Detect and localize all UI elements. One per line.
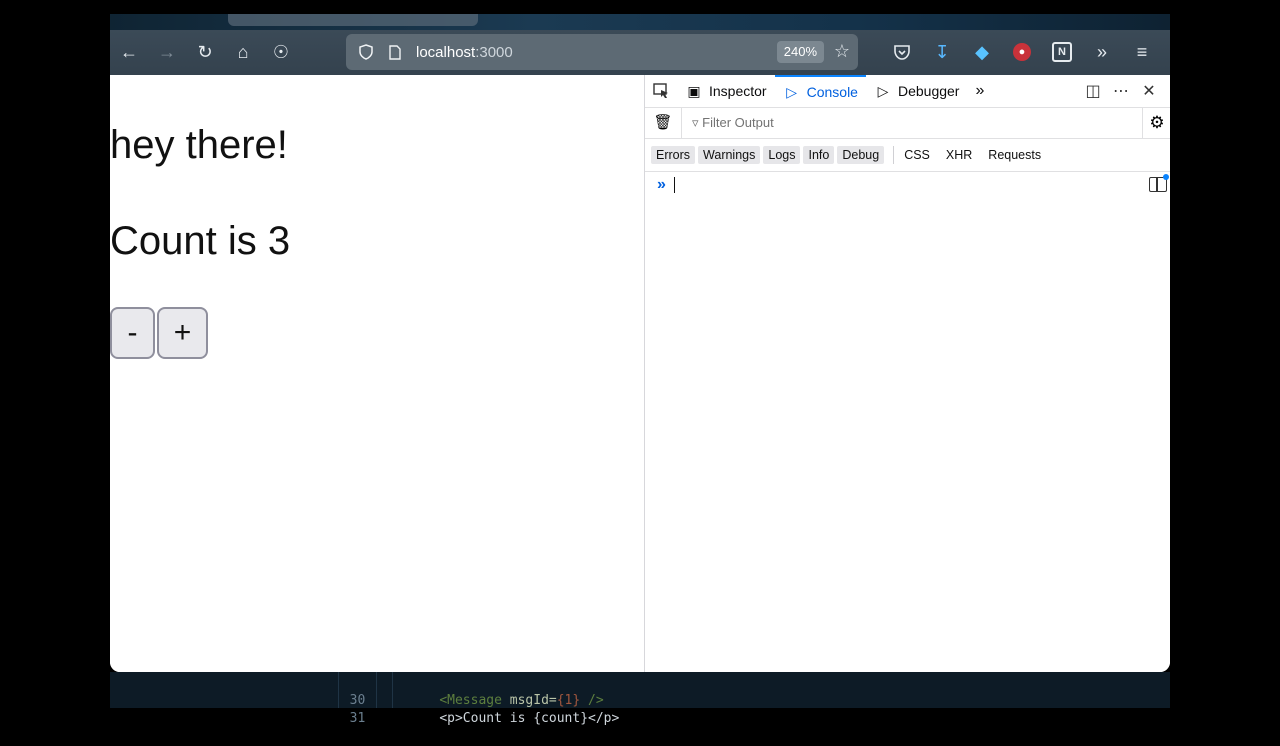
page-content: hey there! Count is 3 - + xyxy=(110,75,644,672)
react-devtools-extension-icon[interactable]: ● xyxy=(1002,35,1042,69)
url-text: localhost:3000 xyxy=(416,43,513,61)
toolbar-right-tools: ↧ ◆ ● N » ≡ xyxy=(882,35,1162,69)
code-editor-background: 30 <Message msgId={1} /> 31 <p>Count is {c… xyxy=(110,672,1170,726)
tab-inspector[interactable]: ▣ Inspector xyxy=(677,75,775,107)
text-caret xyxy=(673,177,675,193)
menu-hamburger-icon[interactable]: ≡ xyxy=(1122,35,1162,69)
debugger-icon: ▷ xyxy=(877,82,889,99)
level-filter-logs[interactable]: Logs xyxy=(763,146,801,164)
page-heading: hey there! xyxy=(110,123,288,167)
level-filter-info[interactable]: Info xyxy=(803,146,835,164)
bookmark-star-icon[interactable]: ☆ xyxy=(830,41,854,62)
request-filter-css[interactable]: CSS xyxy=(904,148,930,162)
request-filter-xhr[interactable]: XHR xyxy=(946,148,972,162)
devtools-tabs: ▣ Inspector ▷ Console ▷ Debugger » ◫ ⋯ ✕ xyxy=(645,75,1170,108)
tab-strip-stub xyxy=(228,14,478,26)
more-tabs-chevron-icon[interactable]: » xyxy=(967,75,992,107)
filter-output-input[interactable]: ▿ Filter Output xyxy=(692,115,774,131)
page-info-icon[interactable] xyxy=(386,44,404,60)
code-line-31: 31 <p>Count is {count}</p> xyxy=(349,711,620,726)
bookmark-extension-icon[interactable]: ☉ xyxy=(262,36,300,70)
gem-extension-icon[interactable]: ◆ xyxy=(962,35,1002,69)
overflow-chevron-icon[interactable]: » xyxy=(1082,35,1122,69)
notion-extension-icon[interactable]: N xyxy=(1042,35,1082,69)
clear-console-trash-icon[interactable]: 🗑 xyxy=(645,108,682,138)
tracking-shield-icon[interactable] xyxy=(356,44,376,60)
browser-toolbar: ← → ↻ ⌂ ☉ localhost:3000 240% ☆ ↧ ◆ ● N … xyxy=(110,30,1170,75)
count-text: Count is 3 xyxy=(110,219,291,263)
decrement-button[interactable]: - xyxy=(110,307,155,359)
console-filter-bar: 🗑 ▿ Filter Output ⚙ xyxy=(645,108,1170,139)
level-filter-errors[interactable]: Errors xyxy=(651,146,696,164)
devtools-window-controls: ◫ ⋯ ✕ xyxy=(1079,75,1163,107)
inspector-icon: ▣ xyxy=(687,82,701,99)
level-filter-debug[interactable]: Debug xyxy=(837,146,885,164)
devtools-panel: ▣ Inspector ▷ Console ▷ Debugger » ◫ ⋯ ✕… xyxy=(644,75,1170,672)
forward-icon[interactable]: → xyxy=(148,36,186,70)
filter-separator xyxy=(893,146,895,164)
tab-console[interactable]: ▷ Console xyxy=(774,75,866,107)
back-icon[interactable]: ← xyxy=(110,36,148,70)
home-icon[interactable]: ⌂ xyxy=(224,36,262,70)
request-filter-requests[interactable]: Requests xyxy=(988,148,1041,162)
dock-side-icon[interactable]: ◫ xyxy=(1079,81,1107,101)
level-filter-warnings[interactable]: Warnings xyxy=(698,146,761,164)
tab-debugger[interactable]: ▷ Debugger xyxy=(866,75,968,107)
filter-funnel-icon: ▿ xyxy=(692,115,699,130)
more-options-icon[interactable]: ⋯ xyxy=(1107,81,1135,101)
code-line-30: 30 <Message msgId={1} /> xyxy=(349,693,604,708)
console-prompt-chevron-icon: » xyxy=(657,176,666,193)
pocket-icon[interactable] xyxy=(882,35,922,69)
console-settings-gear-icon[interactable]: ⚙ xyxy=(1142,108,1170,138)
reload-icon[interactable]: ↻ xyxy=(186,36,224,70)
downloads-icon[interactable]: ↧ xyxy=(922,35,962,69)
console-input-line[interactable]: » xyxy=(645,172,1170,198)
element-picker-icon[interactable] xyxy=(645,75,677,107)
url-bar[interactable]: localhost:3000 240% ☆ xyxy=(346,34,858,70)
browser-window: ← → ↻ ⌂ ☉ localhost:3000 240% ☆ ↧ ◆ ● N … xyxy=(110,30,1170,672)
close-icon[interactable]: ✕ xyxy=(1135,81,1163,101)
increment-button[interactable]: + xyxy=(157,307,208,359)
console-level-filters: Errors Warnings Logs Info Debug CSS XHR … xyxy=(645,139,1170,172)
zoom-level-badge[interactable]: 240% xyxy=(776,41,824,63)
notification-dot xyxy=(1163,174,1169,180)
console-icon: ▷ xyxy=(786,83,797,100)
